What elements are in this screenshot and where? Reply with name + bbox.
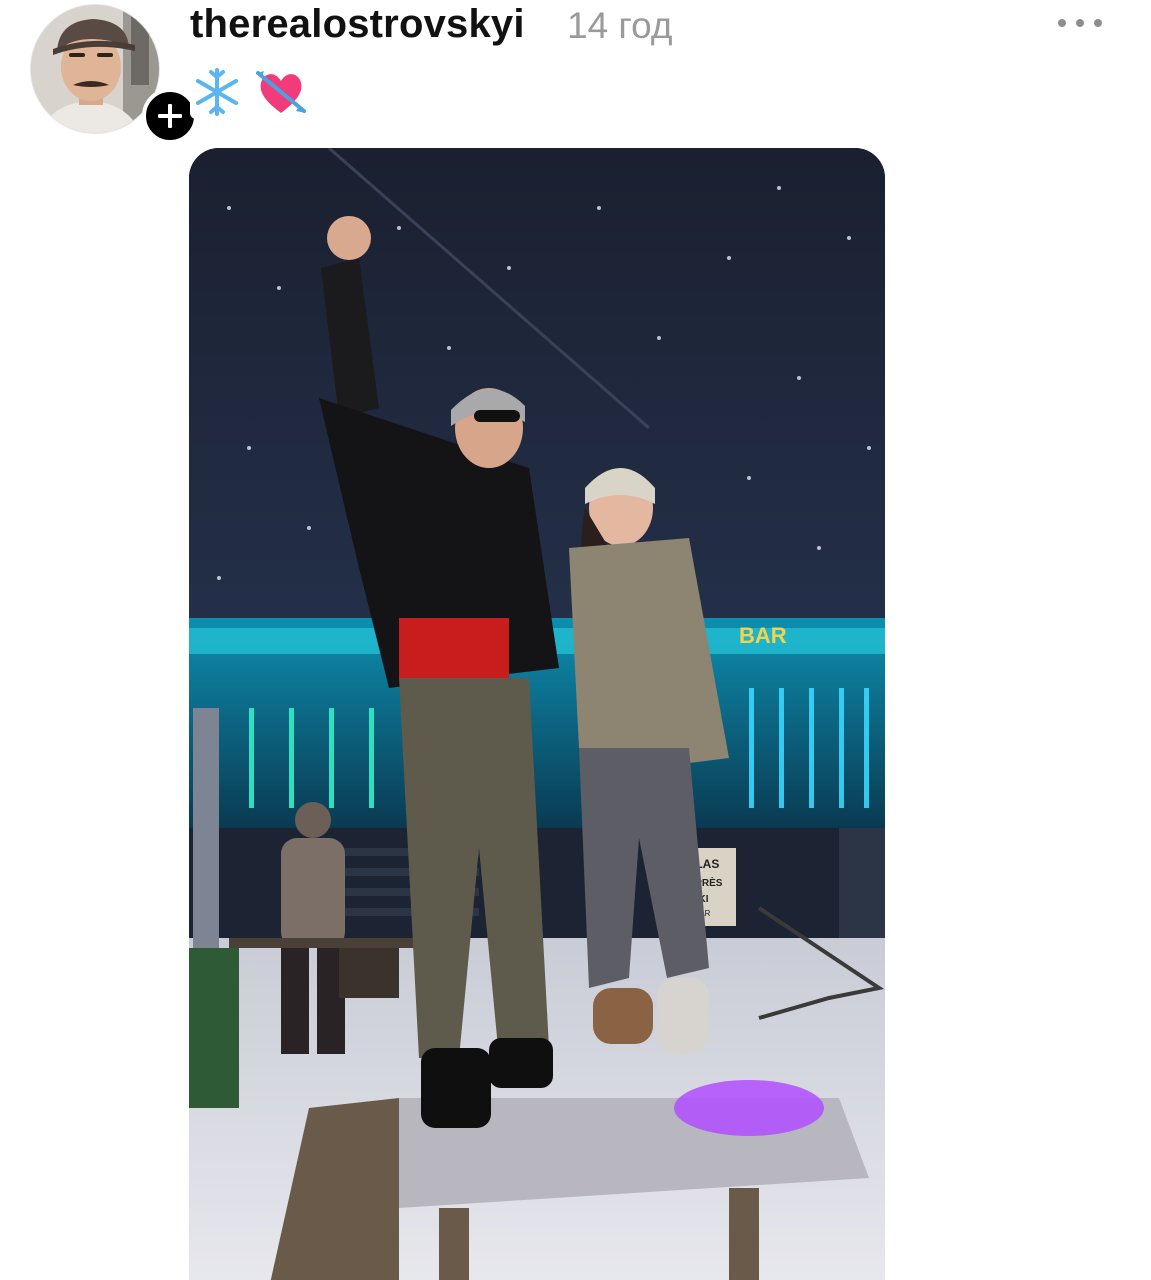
more-options-button[interactable] — [1050, 8, 1110, 38]
avatar-image — [31, 5, 159, 133]
avatar[interactable] — [30, 4, 160, 134]
post-photo[interactable]: BAR TLAS APRÈS *SKI BAR — [189, 148, 885, 1280]
timestamp: 14 год — [567, 5, 673, 46]
more-icon — [1058, 19, 1102, 27]
plus-icon — [158, 104, 182, 128]
username[interactable]: therealostrovskyi — [190, 0, 525, 48]
avatar-container — [30, 4, 198, 144]
heart-with-arrow-icon — [254, 65, 308, 119]
svg-text:BAR: BAR — [739, 623, 787, 648]
snowflake-icon — [190, 65, 244, 119]
post-view: therealostrovskyi 14 год BAR TLAS APRÈS — [0, 0, 1151, 1280]
photo-scene: BAR TLAS APRÈS *SKI BAR — [189, 148, 885, 1280]
caption — [190, 64, 308, 120]
